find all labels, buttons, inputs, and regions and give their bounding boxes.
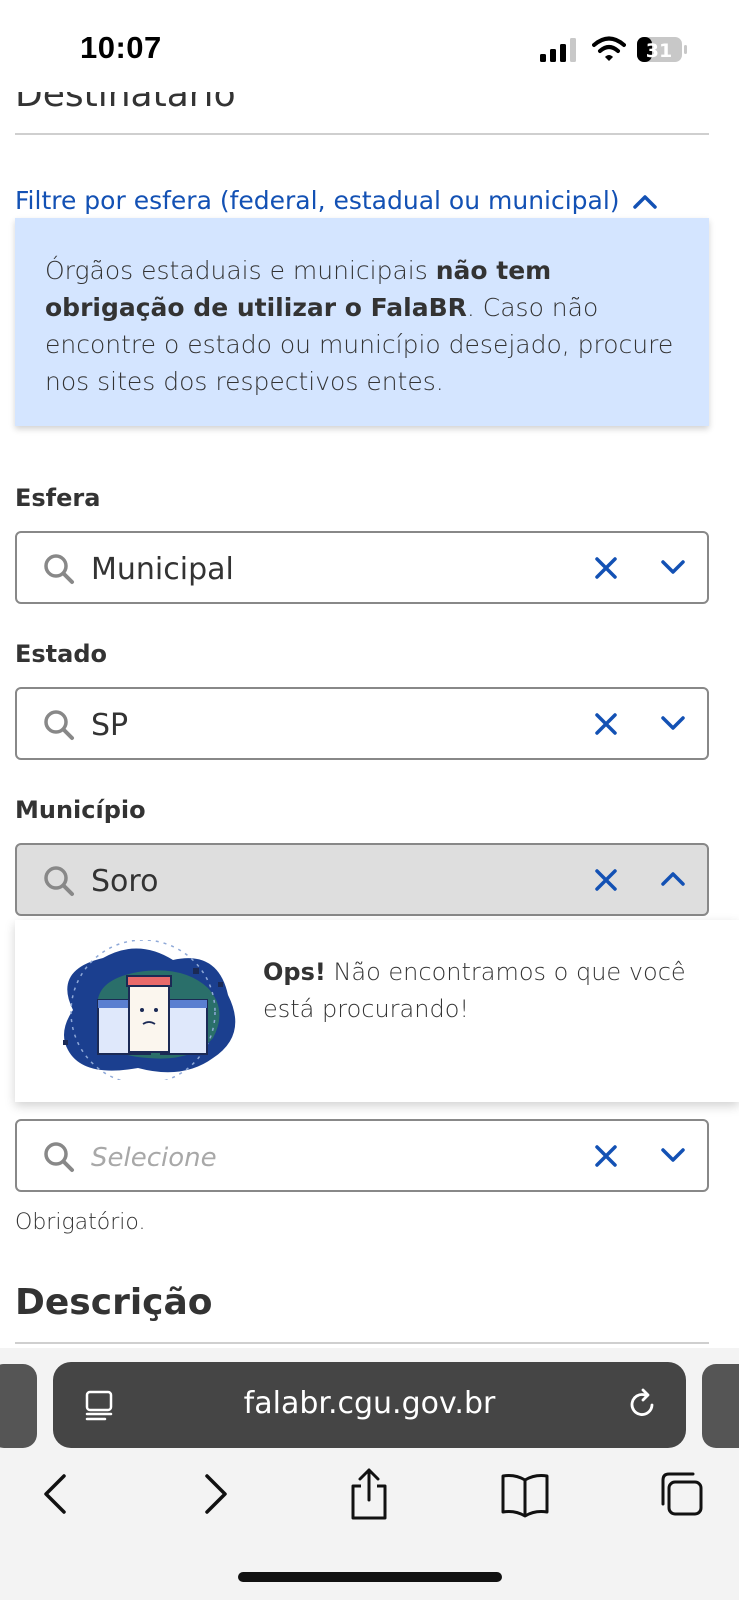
info-text-before: Órgãos estaduais e municipais (45, 256, 436, 285)
bookmarks-icon[interactable] (497, 1466, 553, 1522)
filter-link-label: Filtre por esfera (federal, estadual ou … (15, 186, 620, 215)
address-bar[interactable]: falabr.cgu.gov.br (53, 1362, 686, 1448)
required-helper-text: Obrigatório. (15, 1210, 146, 1235)
clear-icon[interactable] (594, 868, 618, 892)
estado-label: Estado (15, 640, 108, 668)
status-time: 10:07 (80, 30, 162, 65)
divider (15, 133, 709, 135)
home-indicator[interactable] (238, 1572, 502, 1582)
search-icon (44, 554, 74, 584)
previous-tab-preview[interactable] (0, 1364, 37, 1448)
search-icon (44, 710, 74, 740)
chevron-down-icon[interactable] (660, 714, 686, 732)
url-text[interactable]: falabr.cgu.gov.br (53, 1386, 686, 1421)
clear-icon[interactable] (594, 712, 618, 736)
search-icon (44, 1142, 74, 1172)
next-tab-preview[interactable] (702, 1364, 739, 1448)
signal-icon (540, 38, 576, 62)
orgao-placeholder[interactable]: Selecione (91, 1143, 217, 1173)
tabs-icon[interactable] (653, 1466, 709, 1522)
battery-icon: 31 (637, 37, 687, 62)
no-results-text: Não encontramos o que você está procuran… (263, 958, 686, 1023)
municipio-input-value[interactable]: Soro (91, 864, 158, 899)
share-icon[interactable] (341, 1466, 397, 1522)
reload-icon[interactable] (626, 1388, 658, 1420)
orgao-select[interactable]: Selecione (15, 1119, 709, 1192)
browser-toolbar: falabr.cgu.gov.br (0, 1348, 739, 1600)
esfera-select[interactable]: Municipal (15, 531, 709, 604)
search-icon (44, 866, 74, 896)
back-icon[interactable] (28, 1466, 84, 1522)
no-results-bold: Ops! (263, 958, 326, 986)
wifi-icon (592, 36, 626, 61)
chevron-up-icon[interactable] (660, 870, 686, 888)
municipio-select[interactable]: Soro (15, 843, 709, 916)
esfera-value[interactable]: Municipal (91, 552, 234, 587)
chevron-up-icon (632, 194, 657, 209)
divider (15, 1342, 709, 1344)
empty-state-illustration (63, 940, 236, 1080)
status-bar: 10:07 31 (0, 0, 739, 92)
esfera-label: Esfera (15, 484, 101, 512)
no-results-message: Ops! Não encontramos o que você está pro… (263, 954, 723, 1028)
chevron-down-icon[interactable] (660, 1146, 686, 1164)
estado-value[interactable]: SP (91, 708, 128, 743)
info-alert: Órgãos estaduais e municipais não tem ob… (15, 218, 709, 426)
clear-icon[interactable] (594, 556, 618, 580)
forward-icon[interactable] (187, 1466, 243, 1522)
browser-nav-row (0, 1466, 739, 1530)
no-results-dropdown: Ops! Não encontramos o que você está pro… (15, 920, 739, 1102)
clear-icon[interactable] (594, 1144, 618, 1168)
descricao-title: Descrição (15, 1282, 213, 1323)
battery-level: 31 (646, 40, 672, 62)
municipio-label: Município (15, 796, 146, 824)
estado-select[interactable]: SP (15, 687, 709, 760)
chevron-down-icon[interactable] (660, 558, 686, 576)
filter-toggle-link[interactable]: Filtre por esfera (federal, estadual ou … (15, 186, 658, 215)
